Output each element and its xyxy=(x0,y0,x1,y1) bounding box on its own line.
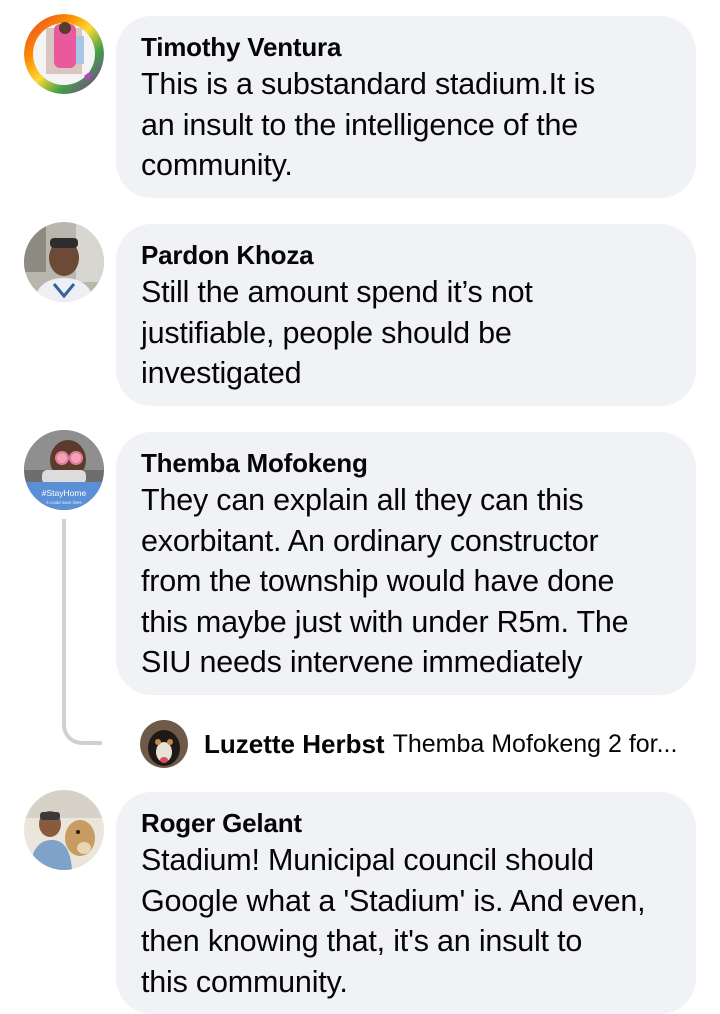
thread-connector-line xyxy=(62,519,102,745)
comment-author[interactable]: Themba Mofokeng xyxy=(141,446,672,480)
comment-bubble[interactable]: Themba Mofokeng They can explain all the… xyxy=(116,432,696,695)
comment-bubble[interactable]: Timothy Ventura This is a substandard st… xyxy=(116,16,696,198)
reply-author[interactable]: Luzette Herbst xyxy=(204,729,385,760)
comment-bubble[interactable]: Pardon Khoza Still the amount spend it’s… xyxy=(116,224,696,406)
avatar[interactable] xyxy=(140,720,188,768)
avatar[interactable] xyxy=(24,14,104,94)
stayhome-frame-sublabel: it could save lives xyxy=(46,500,82,505)
comment-text: This is a substandard stadium.It is an i… xyxy=(141,67,596,182)
comment-author[interactable]: Pardon Khoza xyxy=(141,238,672,272)
comment-text: They can explain all they can this exorb… xyxy=(141,483,629,679)
profile-photo-man-with-dog-icon xyxy=(24,790,104,870)
avatar[interactable]: #StayHome it could save lives xyxy=(24,430,104,510)
comment-text: Stadium! Municipal council should Google… xyxy=(141,843,646,999)
profile-photo-vaccine-frame-icon xyxy=(24,14,104,94)
profile-photo-dog-icon xyxy=(140,720,188,768)
profile-photo-man-in-car-icon xyxy=(24,222,104,302)
comment-author[interactable]: Timothy Ventura xyxy=(141,30,672,64)
reply-snippet[interactable]: Themba Mofokeng 2 for... xyxy=(393,730,678,759)
comment-author[interactable]: Roger Gelant xyxy=(141,806,672,840)
comment-text: Still the amount spend it’s not justifia… xyxy=(141,275,533,390)
stayhome-frame-label: #StayHome xyxy=(42,488,87,498)
avatar[interactable] xyxy=(24,222,104,302)
comment-bubble[interactable]: Roger Gelant Stadium! Municipal council … xyxy=(116,792,696,1014)
reply-preview[interactable]: Luzette Herbst Themba Mofokeng 2 for... xyxy=(140,718,677,770)
avatar[interactable] xyxy=(24,790,104,870)
profile-photo-stayhome-frame-icon: #StayHome it could save lives xyxy=(24,430,104,510)
